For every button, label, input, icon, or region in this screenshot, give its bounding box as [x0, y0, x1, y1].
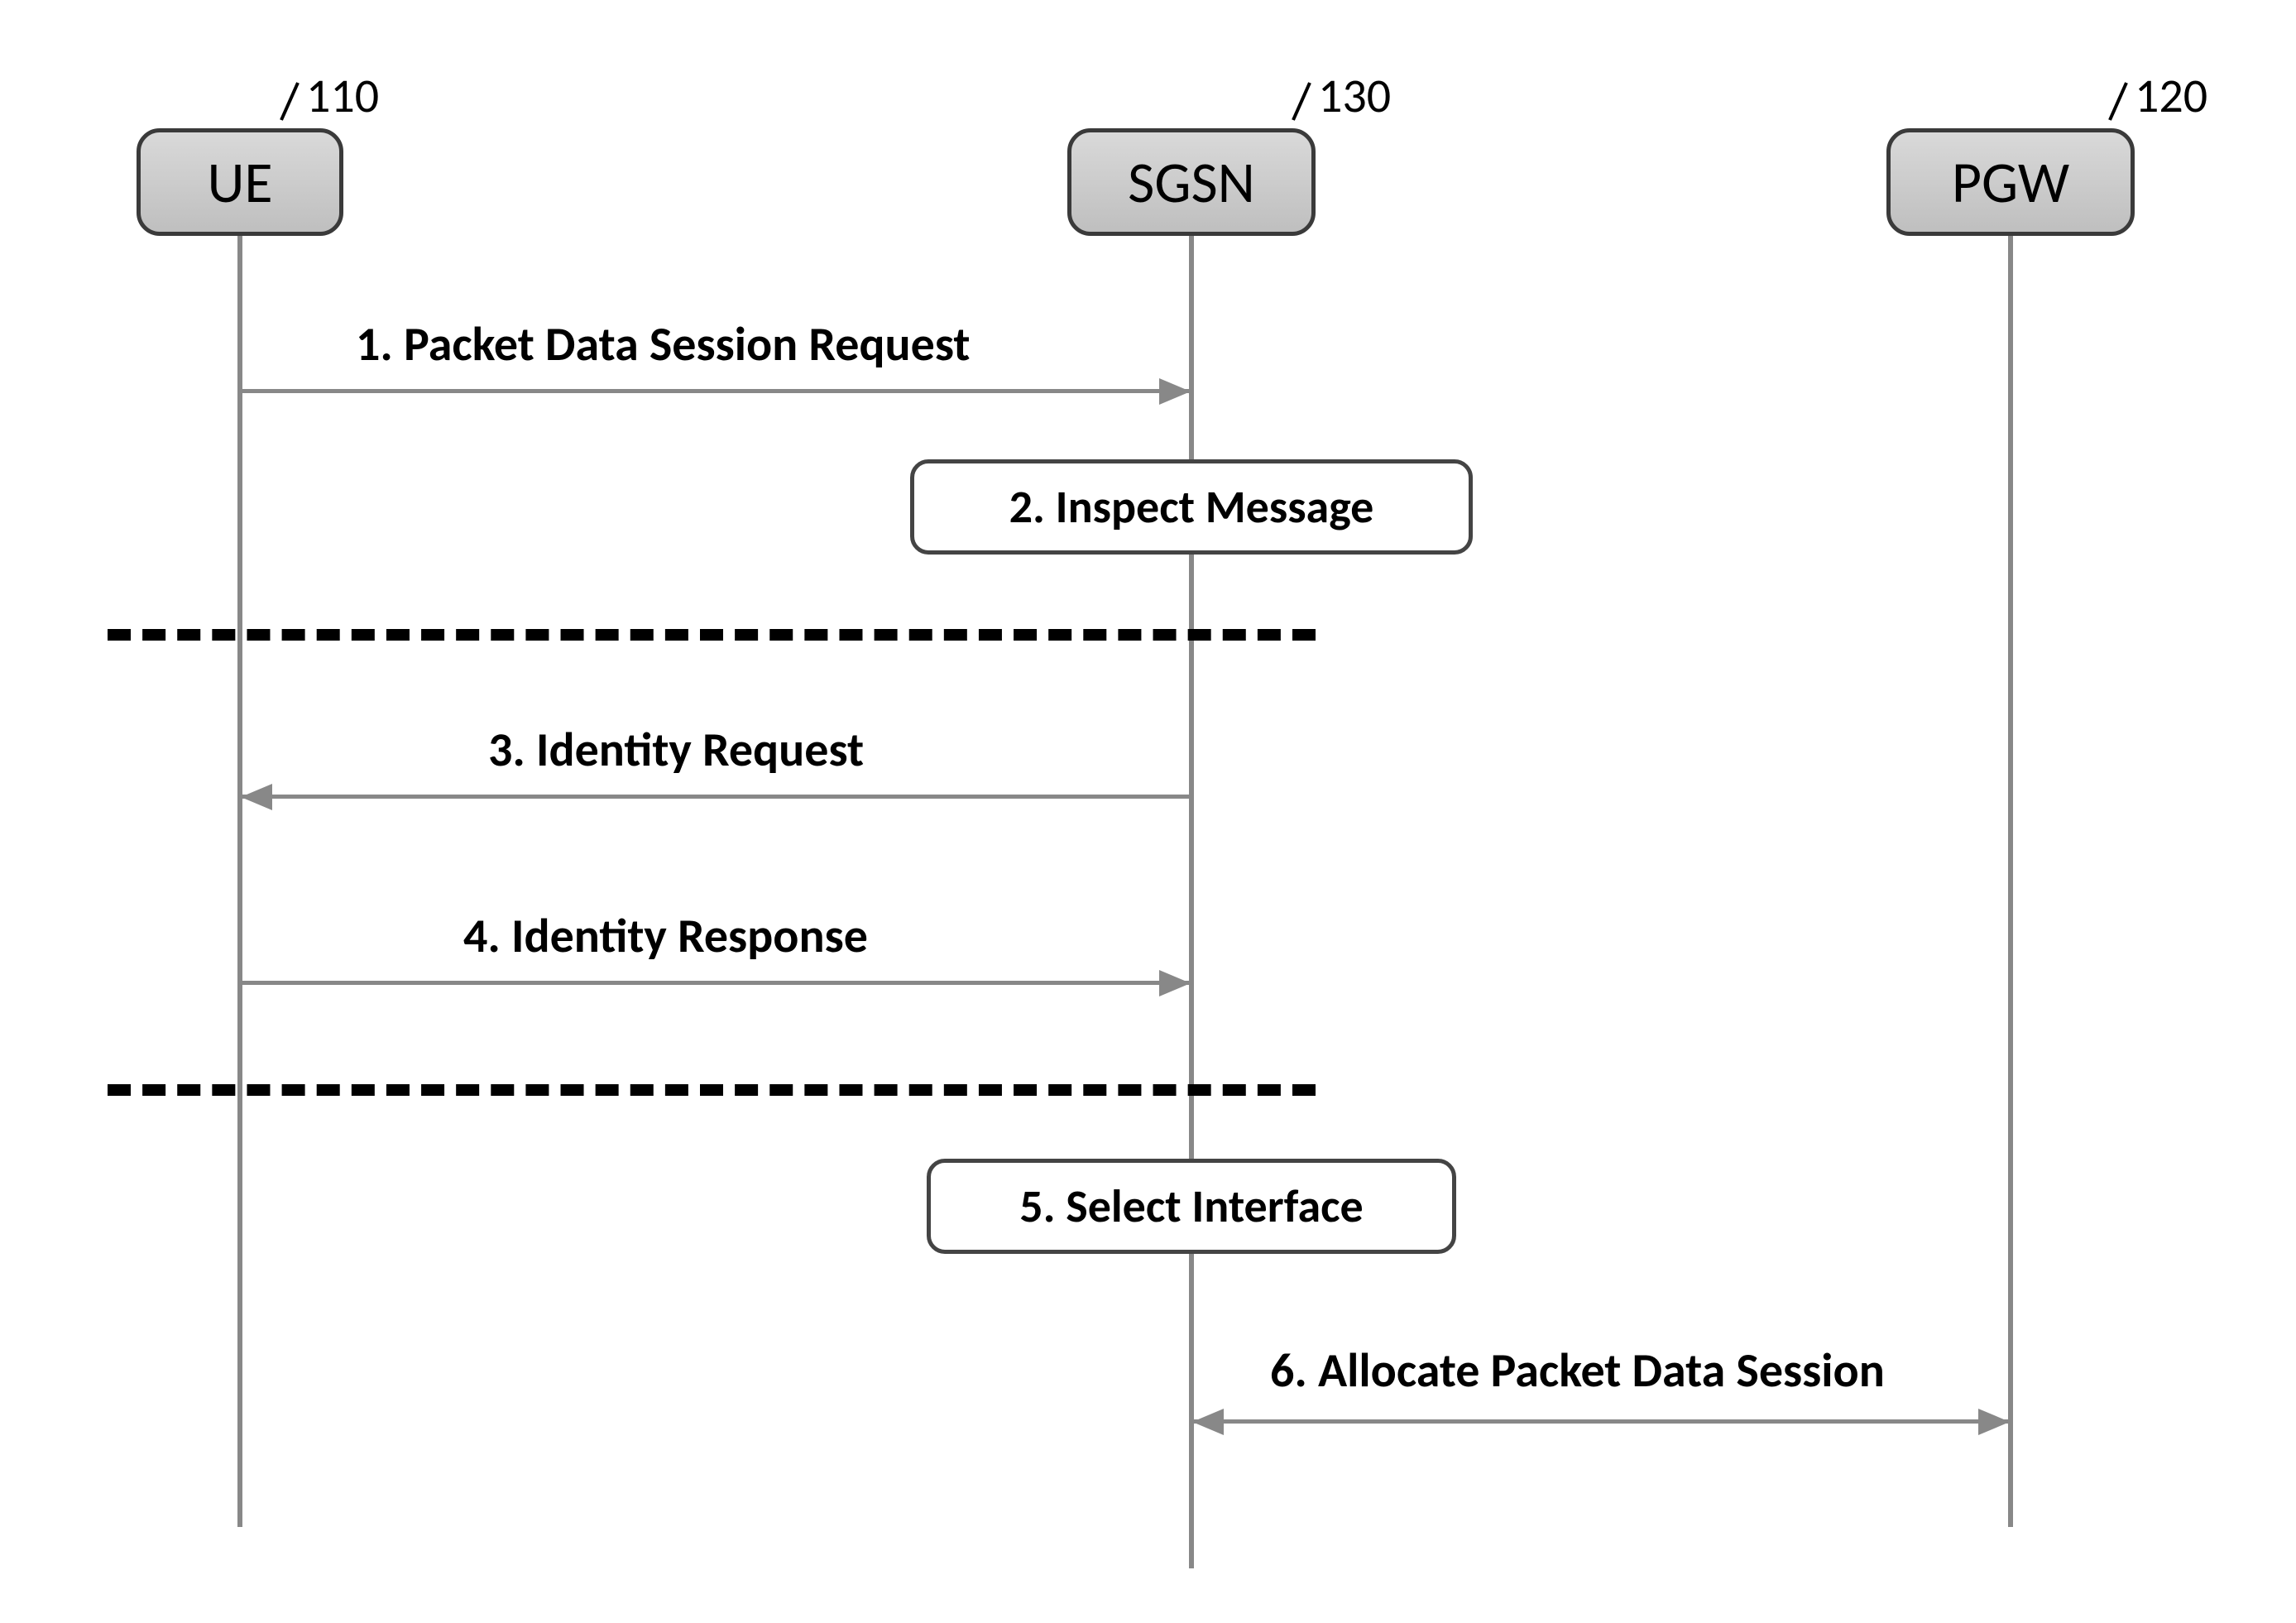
actor-ue: UE: [137, 128, 343, 236]
msg2-box: 2. Inspect Message: [910, 459, 1473, 555]
divider-1: [108, 629, 1316, 641]
ref-pgw: [2106, 79, 2135, 124]
msg1-arrow: [242, 389, 1189, 393]
divider-2: [108, 1084, 1316, 1096]
msg5-box: 5. Select Interface: [927, 1159, 1456, 1254]
msg4-arrow: [242, 981, 1189, 985]
actor-pgw: PGW: [1886, 128, 2135, 236]
msg4-label: 4. Identity Response: [463, 906, 868, 965]
ref-sgsn-label: 130: [1318, 66, 1391, 125]
msg3-label: 3. Identity Request: [488, 720, 864, 779]
ref-ue: [277, 79, 306, 124]
ref-sgsn: [1289, 79, 1318, 124]
ref-pgw-label: 120: [2135, 66, 2207, 125]
msg6-label: 6. Allocate Packet Data Session: [1270, 1341, 1885, 1400]
actor-sgsn: SGSN: [1067, 128, 1316, 236]
lifeline-ue: [237, 236, 242, 1527]
ref-ue-label: 110: [306, 66, 379, 125]
msg1-label: 1. Packet Data Session Request: [356, 315, 970, 373]
msg3-arrow: [242, 795, 1189, 799]
lifeline-sgsn: [1189, 236, 1194, 1568]
msg6-arrow: [1194, 1419, 2008, 1424]
lifeline-pgw: [2008, 236, 2013, 1527]
